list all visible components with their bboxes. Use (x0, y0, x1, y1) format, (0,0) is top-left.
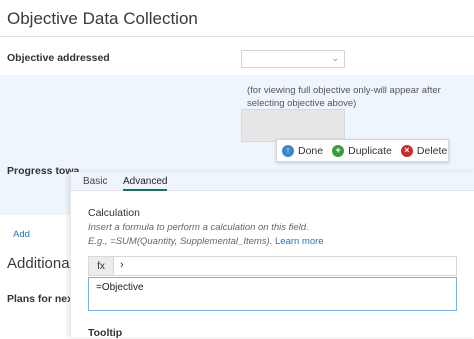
plus-icon: + (332, 144, 345, 157)
chevron-down-icon: ⌄ (331, 53, 339, 63)
field-settings-popup: Basic Advanced Calculation Insert a form… (70, 172, 474, 339)
field-action-toolbar: ↑ Done + Duplicate × Delete (276, 139, 449, 162)
calculation-help: Insert a formula to perform a calculatio… (88, 221, 468, 248)
calculation-heading: Calculation (88, 207, 140, 219)
duplicate-button[interactable]: + Duplicate (332, 144, 392, 157)
settings-tabs: Basic Advanced (71, 172, 474, 191)
objective-addressed-label: Objective addressed (7, 52, 110, 64)
delete-label: Delete (416, 144, 448, 157)
fx-icon[interactable]: fx (89, 257, 114, 275)
learn-more-link[interactable]: Learn more (275, 236, 324, 247)
delete-button[interactable]: × Delete (400, 144, 448, 157)
objective-select[interactable]: ⌄ (241, 50, 345, 68)
plans-label: Plans for next (7, 293, 77, 305)
objective-preview-box (241, 109, 345, 142)
title-divider (0, 36, 474, 37)
done-button[interactable]: ↑ Done (282, 144, 324, 157)
objective-hint: (for viewing full objective only-will ap… (247, 85, 441, 109)
tooltip-heading: Tooltip (88, 327, 123, 339)
help-line-1: Insert a formula to perform a calculatio… (88, 222, 309, 233)
chevron-right-icon[interactable]: › (120, 259, 124, 271)
tab-advanced[interactable]: Advanced (123, 176, 168, 191)
help-line-2: E.g., =SUM(Quantity, Supplemental_Items)… (88, 235, 468, 249)
add-link[interactable]: Add (13, 229, 30, 240)
duplicate-label: Duplicate (348, 144, 392, 157)
additional-heading: Additional (7, 255, 73, 272)
page-title: Objective Data Collection (7, 9, 198, 28)
done-label: Done (298, 144, 324, 157)
tab-basic[interactable]: Basic (83, 176, 107, 187)
close-icon: × (400, 144, 413, 157)
progress-label: Progress towa (7, 165, 80, 177)
help-example: E.g., =SUM(Quantity, Supplemental_Items)… (88, 235, 273, 247)
arrow-up-icon: ↑ (282, 144, 294, 157)
formula-toolbar: fx › (88, 256, 457, 276)
formula-input[interactable]: =Objective (88, 277, 457, 311)
